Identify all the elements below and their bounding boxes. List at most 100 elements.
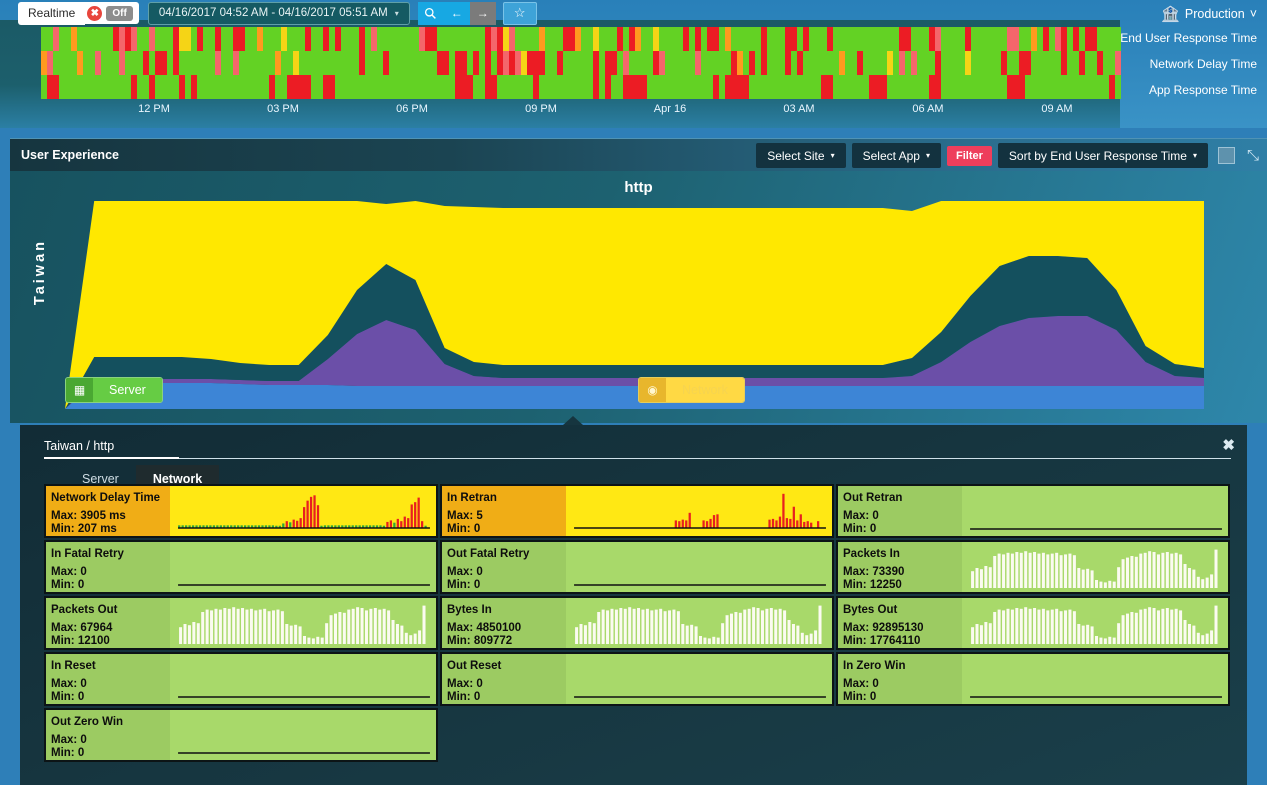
metric-min: Min: 0 [51,691,85,703]
network-button-label: Network [666,378,744,402]
metric-min: Min: 12250 [843,579,902,591]
metric-sparkline [170,654,436,704]
legend-item-network-delay-time[interactable]: Network Delay Time [1117,51,1257,77]
time-nav-buttons: ← → [417,1,496,25]
metric-card-row: Network Delay Time Max: 3905 ms Min: 207 m… [44,484,1236,538]
filter-button[interactable]: Filter [946,145,992,166]
metric-max: Max: 67964 [51,622,113,634]
drawer-pointer-icon [563,416,583,425]
metric-min: Min: 0 [447,579,481,591]
off-label: Off [106,5,133,21]
metric-sparkline [170,542,436,592]
favorite-star-icon[interactable]: ☆ [502,1,537,25]
server-button[interactable]: ▦ Server [65,377,163,403]
metric-legend: End User Response Time Network Delay Tim… [1117,25,1257,103]
metric-label-zone: Out Reset Max: 0 Min: 0 [442,654,566,704]
metric-card[interactable]: Packets Out Max: 67964 Min: 12100 [44,596,438,650]
metric-max: Max: 0 [51,734,87,746]
metric-name: Out Fatal Retry [447,548,530,560]
health-heatmap[interactable] [41,27,1121,99]
metric-card[interactable]: In Reset Max: 0 Min: 0 [44,652,438,706]
sort-dropdown[interactable]: Sort by End User Response Time ▾ [997,143,1208,168]
metric-name: In Zero Win [843,660,906,672]
metric-max: Max: 5 [447,510,483,522]
zoom-icon[interactable] [417,1,444,25]
sort-label: Sort by End User Response Time [1008,148,1187,163]
environment-name: Production [1184,7,1245,21]
metric-label-zone: Out Fatal Retry Max: 0 Min: 0 [442,542,566,592]
metric-card[interactable]: Out Zero Win Max: 0 Min: 0 [44,708,438,762]
metric-min: Min: 0 [843,523,877,535]
time-range-picker[interactable]: 04/16/2017 04:52 AM - 04/16/2017 05:51 A… [147,1,410,25]
close-icon[interactable]: ✖ [1222,436,1235,454]
chevron-down-icon: ˅ [1249,7,1257,21]
metric-min: Min: 12100 [51,635,110,647]
legend-item-end-user-response-time[interactable]: End User Response Time [1117,25,1257,51]
metric-card[interactable]: Out Reset Max: 0 Min: 0 [440,652,834,706]
metric-name: Bytes In [447,604,492,616]
metric-name: Packets In [843,548,900,560]
breadcrumb-underline [44,457,179,459]
stacked-area-plot[interactable] [65,201,1204,409]
breadcrumb: Taiwan / http [44,439,115,453]
page-title: User Experience [21,148,119,162]
step-forward-icon[interactable]: → [469,1,496,25]
realtime-label: Realtime [18,1,86,25]
metric-label-zone: In Reset Max: 0 Min: 0 [46,654,170,704]
metric-min: Min: 0 [843,691,877,703]
metric-card[interactable]: In Zero Win Max: 0 Min: 0 [836,652,1230,706]
metric-label-zone: Packets In Max: 73390 Min: 12250 [838,542,962,592]
metric-sparkline [566,542,832,592]
metric-sparkline [170,598,436,648]
metric-card[interactable]: Network Delay Time Max: 3905 ms Min: 207 m… [44,484,438,538]
metric-label-zone: Packets Out Max: 67964 Min: 12100 [46,598,170,648]
metric-min: Min: 0 [51,579,85,591]
metric-label-zone: Network Delay Time Max: 3905 ms Min: 207 m… [46,486,170,536]
metric-card[interactable]: In Retran Max: 5 Min: 0 [440,484,834,538]
metric-label-zone: In Retran Max: 5 Min: 0 [442,486,566,536]
step-back-icon[interactable]: ← [443,1,470,25]
metric-name: In Retran [447,492,497,504]
metric-max: Max: 0 [447,566,483,578]
metric-card[interactable]: In Fatal Retry Max: 0 Min: 0 [44,540,438,594]
metric-card-row: Out Zero Win Max: 0 Min: 0 [44,708,1236,762]
realtime-toggle[interactable]: ✖ Off [85,2,139,24]
metric-min: Min: 809772 [447,635,513,647]
metric-max: Max: 4850100 [447,622,522,634]
x-circle-icon: ✖ [87,5,103,21]
metric-max: Max: 73390 [843,566,905,578]
select-app-dropdown[interactable]: Select App ▾ [851,143,941,168]
area-series-app-response-time [65,383,1204,409]
timeline-axis: 12 PM 03 PM 06 PM 09 PM Apr 16 03 AM 06 AM 09 A… [41,100,1120,120]
metric-sparkline [962,598,1228,648]
timeline-band: Realtime ✖ Off 04/16/2017 04:52 AM - 04/… [0,0,1267,128]
axis-tick-label: 06 PM [396,103,428,115]
network-button[interactable]: ◉ Network [638,377,745,403]
user-experience-header: User Experience Select Site ▾ Select App… [10,138,1267,171]
metric-card[interactable]: Packets In Max: 73390 Min: 12250 [836,540,1230,594]
metric-name: Out Zero Win [51,716,124,728]
metric-sparkline [170,710,436,760]
bank-icon: 🏦 [1161,6,1180,23]
metric-max: Max: 0 [843,678,879,690]
environment-selector[interactable]: 🏦 Production ˅ [1161,5,1257,23]
metric-card[interactable]: Bytes Out Max: 92895130 Min: 17764110 [836,596,1230,650]
legend-item-app-response-time[interactable]: App Response Time [1117,77,1257,103]
axis-tick-label: 06 AM [912,103,944,115]
metric-name: In Fatal Retry [51,548,124,560]
metric-max: Max: 92895130 [843,622,924,634]
metric-card[interactable]: Out Fatal Retry Max: 0 Min: 0 [440,540,834,594]
metric-card[interactable]: Out Retran Max: 0 Min: 0 [836,484,1230,538]
select-site-dropdown[interactable]: Select Site ▾ [756,143,846,168]
chevron-down-icon: ▾ [394,8,399,18]
breadcrumb-divider [44,458,1231,459]
grid-view-icon[interactable] [1217,147,1235,164]
user-experience-controls: Select Site ▾ Select App ▾ Filter Sort b… [756,143,1261,168]
metric-sparkline [962,654,1228,704]
chevron-down-icon: ▾ [830,151,835,160]
metric-label-zone: Bytes In Max: 4850100 Min: 809772 [442,598,566,648]
expand-icon[interactable]: ⤡ [1247,147,1259,164]
metric-name: In Reset [51,660,96,672]
chart-title: http [624,179,653,196]
metric-card[interactable]: Bytes In Max: 4850100 Min: 809772 [440,596,834,650]
